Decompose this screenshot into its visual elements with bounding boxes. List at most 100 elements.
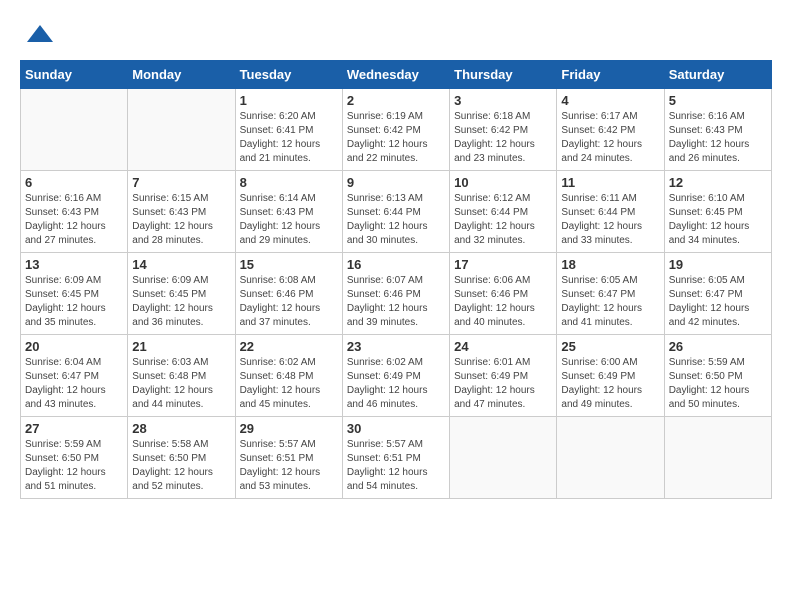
calendar-week-row: 13 Sunrise: 6:09 AMSunset: 6:45 PMDayligh… <box>21 253 772 335</box>
day-info: Sunrise: 6:08 AMSunset: 6:46 PMDaylight:… <box>240 274 338 330</box>
day-info: Sunrise: 6:05 AMSunset: 6:47 PMDaylight:… <box>561 274 659 330</box>
calendar-cell: 29 Sunrise: 5:57 AMSunset: 6:51 PMDayligh… <box>235 417 342 499</box>
calendar-header-friday: Friday <box>557 61 664 89</box>
calendar-cell: 30 Sunrise: 5:57 AMSunset: 6:51 PMDayligh… <box>342 417 449 499</box>
day-number: 4 <box>561 93 659 108</box>
day-number: 12 <box>669 175 767 190</box>
day-info: Sunrise: 5:57 AMSunset: 6:51 PMDaylight:… <box>347 438 445 494</box>
day-number: 26 <box>669 339 767 354</box>
calendar-cell: 18 Sunrise: 6:05 AMSunset: 6:47 PMDayligh… <box>557 253 664 335</box>
calendar-cell: 4 Sunrise: 6:17 AMSunset: 6:42 PMDaylight… <box>557 89 664 171</box>
calendar-week-row: 1 Sunrise: 6:20 AMSunset: 6:41 PMDaylight… <box>21 89 772 171</box>
day-number: 8 <box>240 175 338 190</box>
day-info: Sunrise: 6:11 AMSunset: 6:44 PMDaylight:… <box>561 192 659 248</box>
logo <box>20 20 55 50</box>
calendar-cell: 24 Sunrise: 6:01 AMSunset: 6:49 PMDayligh… <box>450 335 557 417</box>
day-number: 3 <box>454 93 552 108</box>
day-number: 24 <box>454 339 552 354</box>
day-number: 27 <box>25 421 123 436</box>
calendar-cell: 15 Sunrise: 6:08 AMSunset: 6:46 PMDayligh… <box>235 253 342 335</box>
day-info: Sunrise: 6:13 AMSunset: 6:44 PMDaylight:… <box>347 192 445 248</box>
calendar-cell: 25 Sunrise: 6:00 AMSunset: 6:49 PMDayligh… <box>557 335 664 417</box>
day-info: Sunrise: 6:19 AMSunset: 6:42 PMDaylight:… <box>347 110 445 166</box>
day-number: 11 <box>561 175 659 190</box>
calendar-cell: 21 Sunrise: 6:03 AMSunset: 6:48 PMDayligh… <box>128 335 235 417</box>
calendar-table: SundayMondayTuesdayWednesdayThursdayFrid… <box>20 60 772 499</box>
calendar-header-thursday: Thursday <box>450 61 557 89</box>
calendar-cell: 14Sunrise: 6:09 AMSunset: 6:45 PMDayligh… <box>128 253 235 335</box>
calendar-cell: 27 Sunrise: 5:59 AMSunset: 6:50 PMDayligh… <box>21 417 128 499</box>
calendar-cell: 28 Sunrise: 5:58 AMSunset: 6:50 PMDayligh… <box>128 417 235 499</box>
calendar-header-monday: Monday <box>128 61 235 89</box>
calendar-week-row: 6 Sunrise: 6:16 AMSunset: 6:43 PMDaylight… <box>21 171 772 253</box>
calendar-cell: 20Sunrise: 6:04 AMSunset: 6:47 PMDayligh… <box>21 335 128 417</box>
calendar-cell <box>557 417 664 499</box>
calendar-cell: 22Sunrise: 6:02 AMSunset: 6:48 PMDayligh… <box>235 335 342 417</box>
day-number: 17 <box>454 257 552 272</box>
day-info: Sunrise: 6:06 AMSunset: 6:46 PMDaylight:… <box>454 274 552 330</box>
day-number: 29 <box>240 421 338 436</box>
day-info: Sunrise: 6:07 AMSunset: 6:46 PMDaylight:… <box>347 274 445 330</box>
day-number: 16 <box>347 257 445 272</box>
day-info: Sunrise: 6:02 AMSunset: 6:49 PMDaylight:… <box>347 356 445 412</box>
day-info: Sunrise: 5:59 AMSunset: 6:50 PMDaylight:… <box>669 356 767 412</box>
day-number: 23 <box>347 339 445 354</box>
calendar-cell: 7Sunrise: 6:15 AMSunset: 6:43 PMDaylight… <box>128 171 235 253</box>
calendar-cell <box>21 89 128 171</box>
day-info: Sunrise: 6:17 AMSunset: 6:42 PMDaylight:… <box>561 110 659 166</box>
day-number: 25 <box>561 339 659 354</box>
day-number: 30 <box>347 421 445 436</box>
day-info: Sunrise: 6:09 AMSunset: 6:45 PMDaylight:… <box>132 274 230 330</box>
day-info: Sunrise: 6:10 AMSunset: 6:45 PMDaylight:… <box>669 192 767 248</box>
day-number: 28 <box>132 421 230 436</box>
calendar-cell: 10Sunrise: 6:12 AMSunset: 6:44 PMDayligh… <box>450 171 557 253</box>
day-info: Sunrise: 6:05 AMSunset: 6:47 PMDaylight:… <box>669 274 767 330</box>
day-number: 9 <box>347 175 445 190</box>
day-number: 20 <box>25 339 123 354</box>
calendar-cell: 23 Sunrise: 6:02 AMSunset: 6:49 PMDayligh… <box>342 335 449 417</box>
calendar-week-row: 27 Sunrise: 5:59 AMSunset: 6:50 PMDayligh… <box>21 417 772 499</box>
calendar-cell <box>128 89 235 171</box>
calendar-cell: 11 Sunrise: 6:11 AMSunset: 6:44 PMDayligh… <box>557 171 664 253</box>
day-number: 19 <box>669 257 767 272</box>
calendar-cell <box>450 417 557 499</box>
day-info: Sunrise: 6:00 AMSunset: 6:49 PMDaylight:… <box>561 356 659 412</box>
calendar-cell: 3Sunrise: 6:18 AMSunset: 6:42 PMDaylight… <box>450 89 557 171</box>
day-info: Sunrise: 6:15 AMSunset: 6:43 PMDaylight:… <box>132 192 230 248</box>
day-number: 6 <box>25 175 123 190</box>
day-number: 22 <box>240 339 338 354</box>
calendar-cell: 26 Sunrise: 5:59 AMSunset: 6:50 PMDayligh… <box>664 335 771 417</box>
calendar-week-row: 20Sunrise: 6:04 AMSunset: 6:47 PMDayligh… <box>21 335 772 417</box>
day-info: Sunrise: 6:16 AMSunset: 6:43 PMDaylight:… <box>669 110 767 166</box>
calendar-header-wednesday: Wednesday <box>342 61 449 89</box>
day-info: Sunrise: 6:20 AMSunset: 6:41 PMDaylight:… <box>240 110 338 166</box>
calendar-cell: 13 Sunrise: 6:09 AMSunset: 6:45 PMDayligh… <box>21 253 128 335</box>
day-number: 2 <box>347 93 445 108</box>
day-info: Sunrise: 5:57 AMSunset: 6:51 PMDaylight:… <box>240 438 338 494</box>
day-number: 18 <box>561 257 659 272</box>
day-number: 21 <box>132 339 230 354</box>
day-info: Sunrise: 6:16 AMSunset: 6:43 PMDaylight:… <box>25 192 123 248</box>
calendar-cell: 2 Sunrise: 6:19 AMSunset: 6:42 PMDaylight… <box>342 89 449 171</box>
calendar-cell: 1 Sunrise: 6:20 AMSunset: 6:41 PMDaylight… <box>235 89 342 171</box>
day-number: 13 <box>25 257 123 272</box>
day-number: 15 <box>240 257 338 272</box>
calendar-header-tuesday: Tuesday <box>235 61 342 89</box>
day-number: 1 <box>240 93 338 108</box>
calendar-cell: 6 Sunrise: 6:16 AMSunset: 6:43 PMDaylight… <box>21 171 128 253</box>
calendar-cell: 19 Sunrise: 6:05 AMSunset: 6:47 PMDayligh… <box>664 253 771 335</box>
day-info: Sunrise: 6:14 AMSunset: 6:43 PMDaylight:… <box>240 192 338 248</box>
day-number: 10 <box>454 175 552 190</box>
day-info: Sunrise: 6:01 AMSunset: 6:49 PMDaylight:… <box>454 356 552 412</box>
day-info: Sunrise: 5:58 AMSunset: 6:50 PMDaylight:… <box>132 438 230 494</box>
calendar-cell: 17 Sunrise: 6:06 AMSunset: 6:46 PMDayligh… <box>450 253 557 335</box>
calendar-cell: 9 Sunrise: 6:13 AMSunset: 6:44 PMDaylight… <box>342 171 449 253</box>
logo-icon <box>25 20 55 50</box>
day-info: Sunrise: 6:09 AMSunset: 6:45 PMDaylight:… <box>25 274 123 330</box>
calendar-cell: 5Sunrise: 6:16 AMSunset: 6:43 PMDaylight… <box>664 89 771 171</box>
calendar-header-saturday: Saturday <box>664 61 771 89</box>
calendar-cell <box>664 417 771 499</box>
day-info: Sunrise: 6:03 AMSunset: 6:48 PMDaylight:… <box>132 356 230 412</box>
calendar-cell: 8 Sunrise: 6:14 AMSunset: 6:43 PMDaylight… <box>235 171 342 253</box>
day-info: Sunrise: 5:59 AMSunset: 6:50 PMDaylight:… <box>25 438 123 494</box>
